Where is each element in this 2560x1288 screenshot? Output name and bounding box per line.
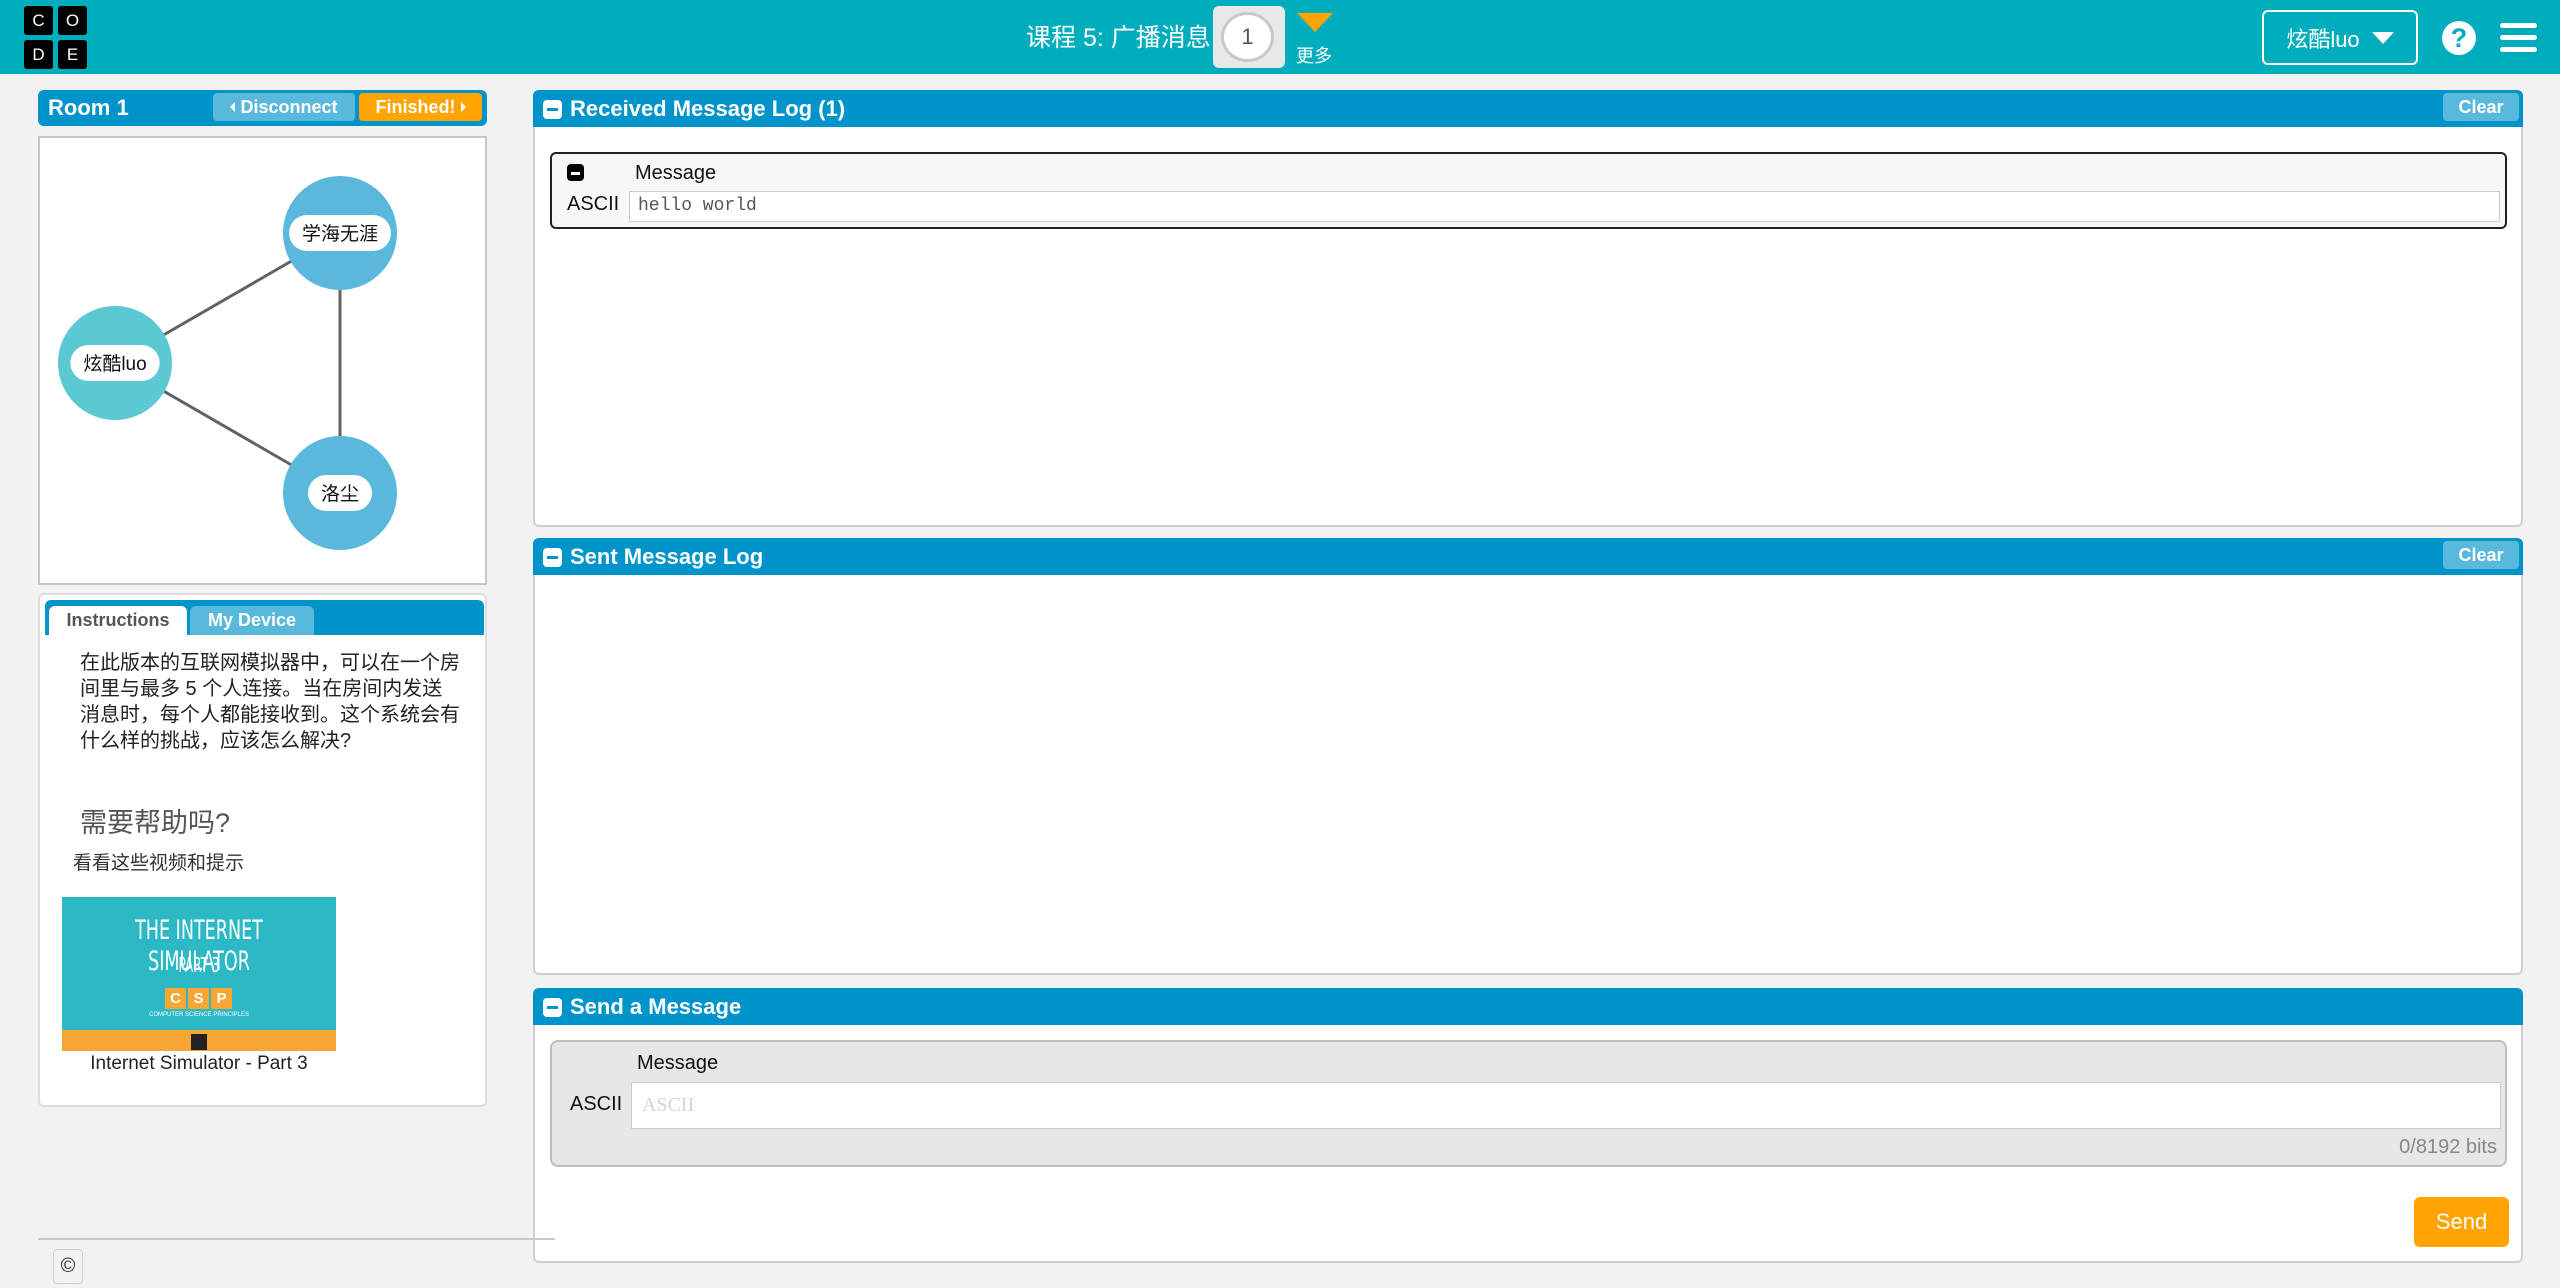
network-node[interactable]: 学海无涯 xyxy=(283,176,397,290)
network-graph: 学海无涯炫酷luo 洛尘 xyxy=(58,176,397,550)
room-title: Room 1 xyxy=(48,95,129,120)
csp-badge: C S P xyxy=(165,988,232,1009)
message-composer: Message ASCII 0/8192 bits xyxy=(550,1040,2507,1167)
collapse-icon[interactable] xyxy=(543,997,562,1017)
badge-letter: S xyxy=(188,988,209,1009)
thumb-footer xyxy=(62,1030,336,1051)
user-name: 炫酷luo xyxy=(2286,26,2360,52)
message-column-label: Message xyxy=(637,1052,719,1074)
node-label: 洛尘 xyxy=(321,483,359,505)
encoding-label: ASCII xyxy=(567,193,620,215)
caret-down-icon xyxy=(2371,31,2394,44)
collapse-icon[interactable] xyxy=(543,547,562,567)
send-message-header: Send a Message xyxy=(533,988,2523,1025)
disconnect-label: Disconnect xyxy=(240,96,338,117)
clear-received-button[interactable]: Clear xyxy=(2443,93,2519,121)
send-message-body: Message ASCII 0/8192 bits Send xyxy=(533,1025,2523,1263)
tab-my-device[interactable]: My Device xyxy=(190,606,314,635)
network-node[interactable]: 炫酷luo xyxy=(58,306,172,420)
network-node[interactable]: 洛尘 xyxy=(283,436,397,550)
node-label: 炫酷luo xyxy=(83,353,146,375)
video-caption[interactable]: Internet Simulator - Part 3 xyxy=(62,1053,336,1075)
bit-count: 0/8192 bits xyxy=(2399,1136,2497,1158)
sent-log-title: Sent Message Log xyxy=(570,544,764,569)
received-message: Message ASCII hello world xyxy=(550,152,2507,229)
caret-left-icon xyxy=(230,102,236,112)
code-logo-icon xyxy=(191,1034,207,1050)
network-diagram: 学海无涯炫酷luo 洛尘 xyxy=(38,136,487,585)
instructions-panel: Instructions My Device 在此版本的互联网模拟器中，可以在一… xyxy=(38,593,487,1107)
footer-divider xyxy=(38,1238,555,1240)
logo-letter: O xyxy=(58,6,87,35)
message-input[interactable] xyxy=(631,1082,2501,1129)
instructions-text: 在此版本的互联网模拟器中，可以在一个房间里与最多 5 个人连接。当在房间内发送消… xyxy=(80,652,460,752)
top-header: C O D E 课程 5: 广播消息 1 更多 炫酷luo ? xyxy=(0,0,2560,74)
caret-right-icon xyxy=(460,102,466,112)
encoding-label: ASCII xyxy=(570,1093,623,1115)
user-menu-button[interactable]: 炫酷luo xyxy=(2262,10,2418,65)
received-log-title: Received Message Log (1) xyxy=(570,96,846,121)
node-label: 学海无涯 xyxy=(302,223,378,245)
copyright-icon[interactable]: © xyxy=(53,1249,83,1284)
finished-label: Finished! xyxy=(375,96,456,117)
help-subtitle: 看看这些视频和提示 xyxy=(73,853,245,874)
level-progress-button[interactable]: 1 xyxy=(1213,6,1285,68)
more-dropdown-icon[interactable] xyxy=(1297,13,1333,32)
lesson-title: 课程 5: 广播消息 xyxy=(1026,24,1211,52)
message-column-label: Message xyxy=(635,162,717,184)
help-icon[interactable]: ? xyxy=(2442,21,2476,55)
collapse-message-icon[interactable] xyxy=(567,164,584,181)
send-message-title: Send a Message xyxy=(570,994,742,1019)
logo-letter: E xyxy=(58,40,87,69)
tab-instructions[interactable]: Instructions xyxy=(49,606,187,635)
video-thumbnail[interactable]: THE INTERNET SIMULATOR PART 3 C S P COMP… xyxy=(62,897,336,1051)
clear-sent-button[interactable]: Clear xyxy=(2443,541,2519,569)
thumb-part: PART 3 xyxy=(178,953,220,977)
received-log-header: Received Message Log (1) Clear xyxy=(533,90,2523,127)
tab-bar: Instructions My Device xyxy=(45,600,484,635)
received-message-value: hello world xyxy=(629,191,2500,222)
send-button[interactable]: Send xyxy=(2414,1197,2509,1247)
sent-log-header: Sent Message Log Clear xyxy=(533,538,2523,575)
finished-button[interactable]: Finished! xyxy=(359,93,482,121)
sent-log-body xyxy=(533,575,2523,975)
level-bubble: 1 xyxy=(1221,12,1274,62)
thumb-tagline: COMPUTER SCIENCE PRINCIPLES xyxy=(148,1012,250,1018)
collapse-icon[interactable] xyxy=(543,99,562,119)
logo-letter: C xyxy=(24,6,53,35)
room-bar: Room 1 Disconnect Finished! xyxy=(38,90,487,126)
hamburger-menu-icon[interactable] xyxy=(2500,23,2537,53)
received-log-body: Message ASCII hello world xyxy=(533,127,2523,527)
help-title: 需要帮助吗? xyxy=(80,808,231,838)
disconnect-button[interactable]: Disconnect xyxy=(213,93,355,121)
badge-letter: C xyxy=(165,988,186,1009)
badge-letter: P xyxy=(211,988,232,1009)
more-label[interactable]: 更多 xyxy=(1296,42,1332,68)
logo-letter: D xyxy=(24,40,53,69)
